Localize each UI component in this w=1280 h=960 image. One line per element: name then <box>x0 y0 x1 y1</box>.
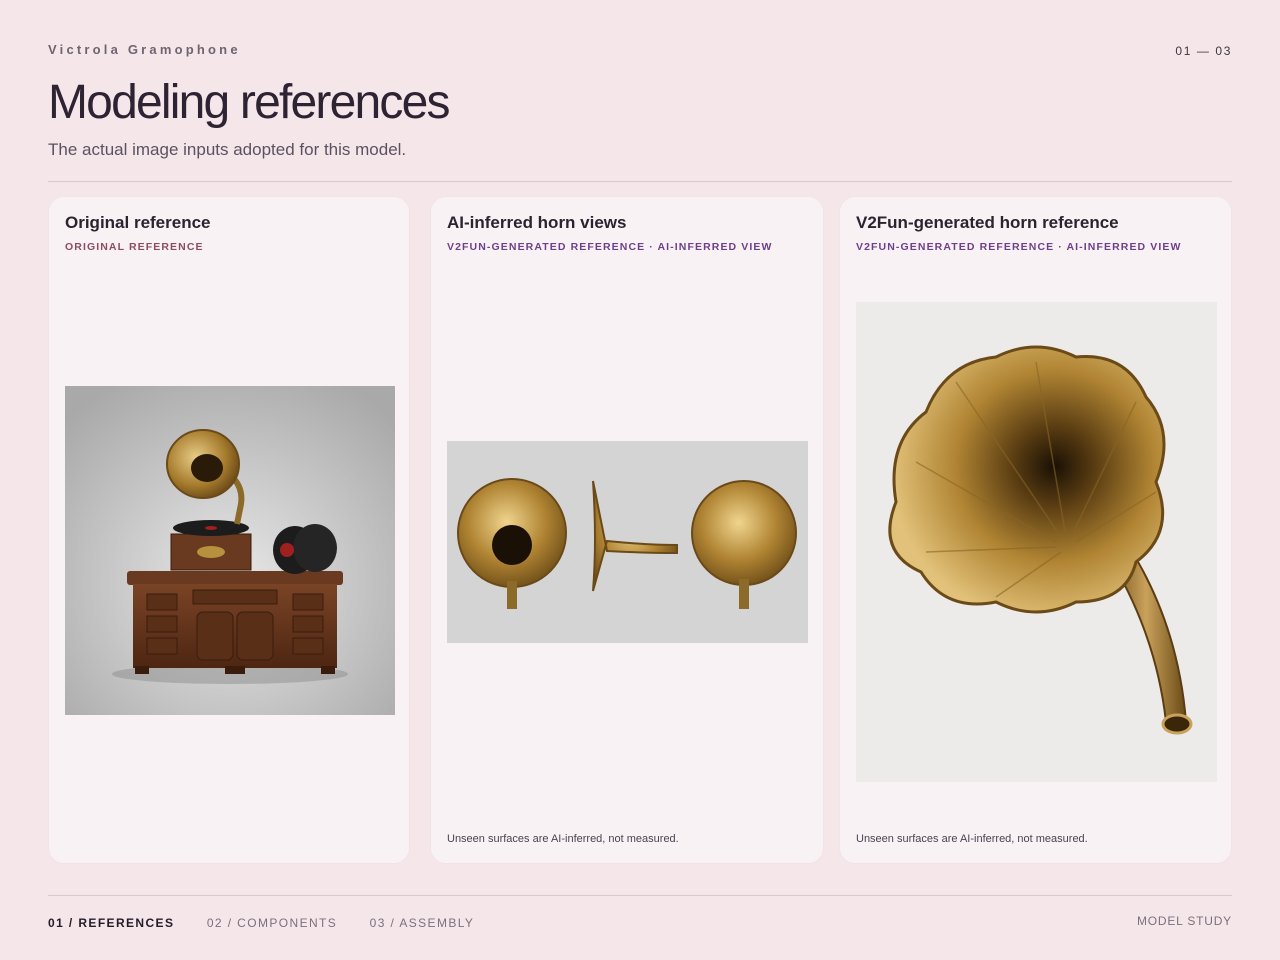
card-tag: ORIGINAL REFERENCE <box>65 241 204 253</box>
card-title: V2Fun-generated horn reference <box>856 213 1119 232</box>
page-footer: 01 / REFERENCES 02 / COMPONENTS 03 / ASS… <box>48 914 1232 932</box>
section-nav: 01 / REFERENCES 02 / COMPONENTS 03 / ASS… <box>48 914 1232 932</box>
nav-item-references[interactable]: 01 / REFERENCES <box>48 916 174 930</box>
footer-divider <box>48 895 1232 896</box>
ai-inferred-disclaimer: Unseen surfaces are AI-inferred, not mea… <box>856 833 1088 845</box>
page-header: Victrola Gramophone 01 — 03 Modeling ref… <box>48 42 1232 160</box>
header-divider <box>48 181 1232 182</box>
page-counter: 01 — 03 <box>1175 44 1232 58</box>
ai-inferred-disclaimer: Unseen surfaces are AI-inferred, not mea… <box>447 833 679 845</box>
nav-item-components[interactable]: 02 / COMPONENTS <box>207 916 337 930</box>
horn-reference-image <box>856 302 1217 782</box>
model-study-label: MODEL STUDY <box>1136 914 1232 928</box>
card-title: Original reference <box>65 213 211 232</box>
card-v2fun-horn-reference: V2Fun-generated horn reference V2FUN-GEN… <box>839 196 1232 864</box>
card-original-reference: Original reference ORIGINAL REFERENCE <box>48 196 410 864</box>
card-tag: V2FUN-GENERATED REFERENCE · AI-INFERRED … <box>447 241 773 253</box>
page-subtitle: The actual image inputs adopted for this… <box>48 140 407 159</box>
card-tag: V2FUN-GENERATED REFERENCE · AI-INFERRED … <box>856 241 1182 253</box>
gramophone-photo <box>65 386 395 715</box>
horn-views-image <box>447 441 808 643</box>
card-title: AI-inferred horn views <box>447 213 627 232</box>
page-title: Modeling references <box>48 76 451 129</box>
nav-item-assembly[interactable]: 03 / ASSEMBLY <box>370 916 475 930</box>
project-name: Victrola Gramophone <box>48 42 241 57</box>
card-ai-inferred-horn-views: AI-inferred horn views V2FUN-GENERATED R… <box>430 196 824 864</box>
